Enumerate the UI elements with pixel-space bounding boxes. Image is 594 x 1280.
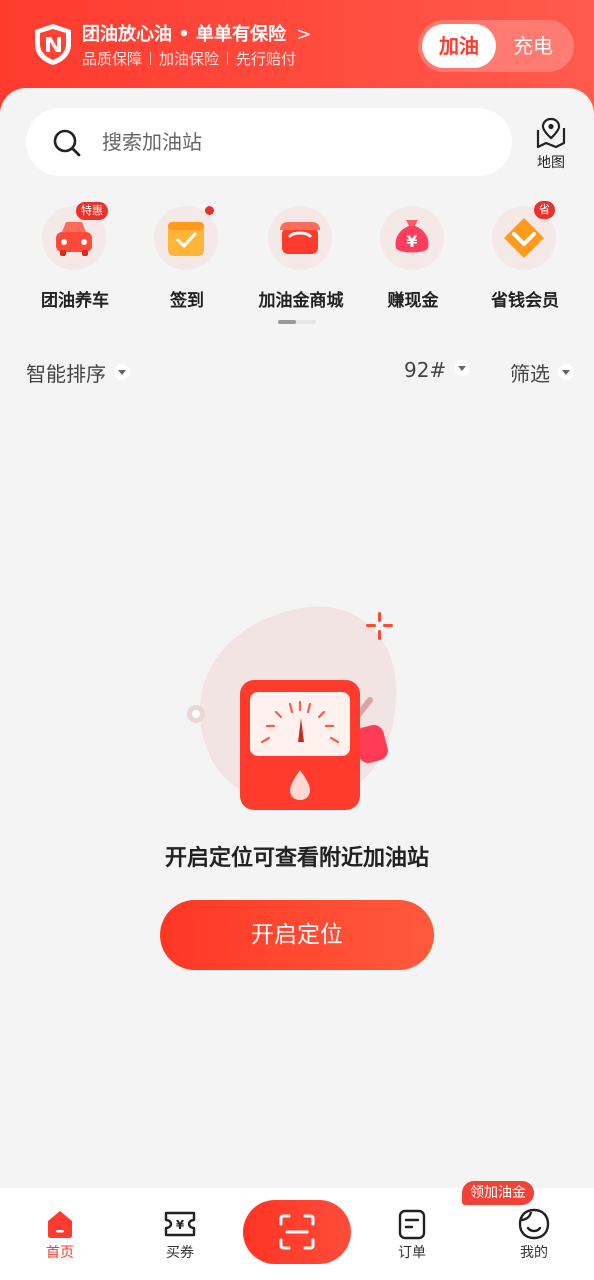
map-icon (536, 117, 566, 149)
shortcut-scroll-indicator (278, 320, 316, 324)
enable-location-button[interactable]: 开启定位 (160, 900, 434, 970)
calendar-check-icon (154, 206, 218, 270)
tab-home-label: 首页 (46, 1245, 74, 1261)
shortcut-label: 加油金商城 (258, 291, 344, 311)
svg-text:¥: ¥ (406, 232, 417, 251)
map-button[interactable]: 地图 (528, 114, 574, 172)
fuel-credit-badge[interactable]: 领加油金 (462, 1181, 534, 1205)
tab-orders-label: 订单 (398, 1245, 426, 1261)
sort-dropdown[interactable]: 智能排序 (26, 358, 130, 387)
caret-down-icon (114, 364, 130, 380)
filter-dropdown[interactable]: 筛选 (510, 358, 574, 387)
divider (150, 52, 152, 65)
notification-dot (205, 206, 214, 215)
promo-tag: 品质保障 (82, 50, 143, 68)
shortcut-car-care[interactable]: 特惠 团油养车 (20, 202, 130, 324)
tab-orders[interactable]: 订单 (372, 1208, 452, 1268)
scan-button[interactable] (243, 1200, 351, 1264)
fuel-pump-illustration (187, 606, 397, 810)
order-icon (398, 1209, 426, 1240)
tab-home[interactable]: 首页 (20, 1208, 100, 1268)
tab-buy-coupons[interactable]: ¥ 买券 (140, 1208, 220, 1268)
money-bag-icon: ¥ (380, 206, 444, 270)
mode-switch: 加油 充电 (418, 20, 574, 72)
search-icon (53, 129, 81, 157)
tab-profile[interactable]: 我的 (494, 1208, 574, 1268)
search-placeholder: 搜索加油站 (102, 130, 202, 154)
scroll-thumb (278, 320, 296, 324)
tab-fuel[interactable]: 加油 (422, 24, 496, 68)
search-input[interactable]: 搜索加油站 (26, 108, 512, 176)
shop-icon (268, 206, 332, 270)
shortcut-label: 签到 (170, 291, 204, 311)
coupon-icon: ¥ (164, 1211, 196, 1237)
shortcut-label: 团油养车 (41, 291, 109, 311)
filter-label: 筛选 (510, 362, 550, 386)
promo-title-text: 团油放心油 • 单单有保险 (82, 24, 287, 45)
shortcut-label: 赚现金 (387, 291, 439, 311)
shortcut-fuel-mall[interactable]: 加油金商城 (246, 204, 356, 324)
tab-profile-label: 我的 (520, 1245, 548, 1261)
fuel-type-dropdown[interactable]: 92# (404, 358, 471, 382)
map-label: 地图 (537, 155, 565, 171)
promo-tag: 先行赔付 (236, 50, 297, 68)
bottom-tab-bar: 首页 ¥ 买券 订单 我的 领加油金 (0, 1181, 594, 1280)
shortcut-label: 省钱会员 (491, 291, 559, 311)
sort-label: 智能排序 (26, 362, 106, 386)
tab-buy-coupons-label: 买券 (166, 1245, 194, 1261)
caret-down-icon (454, 360, 471, 376)
home-icon (48, 1211, 72, 1238)
promo-tag: 加油保险 (159, 50, 220, 68)
scan-icon (279, 1214, 315, 1250)
profile-icon (518, 1208, 550, 1240)
empty-state-message: 开启定位可查看附近加油站 (164, 846, 429, 871)
fuel-type-label: 92# (404, 358, 447, 382)
special-offer-badge: 特惠 (76, 202, 108, 220)
shortcut-savings-member[interactable]: 省 省钱会员 (470, 201, 580, 324)
save-badge: 省 (534, 201, 555, 219)
shortcut-check-in[interactable]: 签到 (132, 204, 242, 324)
tab-charging[interactable]: 充电 (496, 24, 570, 68)
divider (227, 52, 229, 65)
shortcut-earn-cash[interactable]: ¥ 赚现金 (358, 204, 468, 324)
svg-text:¥: ¥ (176, 1218, 185, 1232)
caret-down-icon (558, 364, 574, 380)
insurance-shield-icon[interactable] (32, 22, 74, 66)
promo-tags: 品质保障 加油保险 先行赔付 (82, 48, 296, 69)
main-panel: 搜索加油站 地图 特惠 团油养车 签到 加油金商城 ¥ 赚现金 省 省钱会员 智… (0, 88, 594, 1188)
chevron-right-icon: > (296, 24, 312, 45)
insurance-promo-title[interactable]: 团油放心油 • 单单有保险 > (82, 20, 311, 46)
